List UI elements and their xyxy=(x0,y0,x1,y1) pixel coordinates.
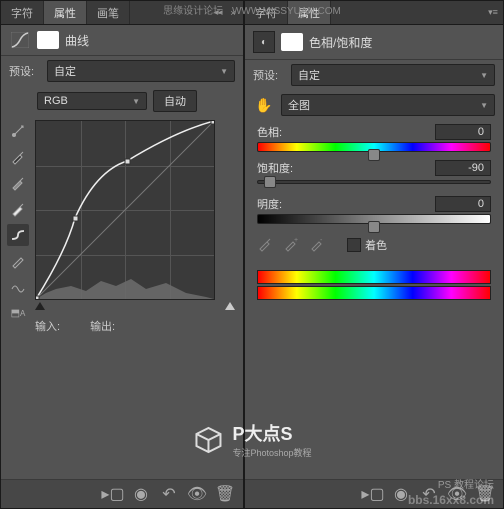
chevron-down-icon: ▼ xyxy=(132,97,140,106)
sat-label: 饱和度: xyxy=(257,160,293,176)
mask-icon-r[interactable] xyxy=(281,33,303,51)
hue-range-bottom[interactable] xyxy=(257,286,491,300)
preset-label: 预设: xyxy=(9,63,41,79)
curves-icon xyxy=(9,31,31,49)
eyedropper-icon[interactable] xyxy=(257,236,275,254)
white-point-slider[interactable] xyxy=(225,302,235,310)
watermark-logo: P大点S 专注Photoshop教程 xyxy=(192,420,311,459)
preset-value-r: 自定 xyxy=(298,67,320,83)
curve-point-tool-icon[interactable] xyxy=(7,224,29,246)
clip-icon[interactable]: ⬒A xyxy=(7,302,29,324)
hsl-icon: ◐ xyxy=(253,31,275,53)
light-label: 明度: xyxy=(257,196,282,212)
curve-graph[interactable] xyxy=(35,120,215,300)
svg-text:+: + xyxy=(294,237,298,244)
chevron-down-icon: ▼ xyxy=(480,101,488,110)
hue-range-top[interactable] xyxy=(257,270,491,284)
logo-icon xyxy=(192,424,224,456)
pencil-tool-icon[interactable] xyxy=(7,250,29,272)
reset-icon[interactable]: ↶ xyxy=(159,484,179,504)
light-value[interactable]: 0 xyxy=(435,196,491,212)
visibility-icon[interactable]: 👁 xyxy=(187,484,207,504)
range-select[interactable]: 全图 ▼ xyxy=(281,94,495,116)
light-thumb[interactable] xyxy=(368,221,380,233)
watermark-bb: bbs.16xx8.com xyxy=(408,493,494,507)
hue-label: 色相: xyxy=(257,124,282,140)
logo-sub: 专注Photoshop教程 xyxy=(232,446,311,459)
mask-icon[interactable] xyxy=(37,31,59,49)
eyedropper-minus-icon[interactable]: - xyxy=(309,236,327,254)
watermark-top-cn: 思缘设计论坛 xyxy=(163,6,223,17)
curves-title: 曲线 xyxy=(65,32,89,49)
preset-select-r[interactable]: 自定 ▼ xyxy=(291,64,495,86)
view-previous-icon[interactable]: ◉ xyxy=(131,484,151,504)
svg-text:-: - xyxy=(320,237,323,244)
hue-thumb[interactable] xyxy=(368,149,380,161)
input-label: 输入: xyxy=(35,318,60,334)
sat-thumb[interactable] xyxy=(264,176,276,188)
colorize-checkbox[interactable] xyxy=(347,238,361,252)
sat-slider[interactable] xyxy=(257,180,491,184)
channel-select[interactable]: RGB ▼ xyxy=(37,92,147,110)
preset-label-r: 预设: xyxy=(253,67,285,83)
clip-layer-icon-r[interactable]: ▸▢ xyxy=(363,484,383,504)
tab-brush[interactable]: 画笔 xyxy=(87,1,130,24)
black-point-slider[interactable] xyxy=(35,302,45,310)
tab-character[interactable]: 字符 xyxy=(1,1,44,24)
auto-button[interactable]: 自动 xyxy=(153,90,197,112)
logo-title: P大点S xyxy=(232,420,311,446)
colorize-label: 着色 xyxy=(365,237,387,253)
eyedropper-plus-icon[interactable]: + xyxy=(283,236,301,254)
tab-properties[interactable]: 属性 xyxy=(44,1,87,24)
eyedropper-black-icon[interactable] xyxy=(7,146,29,168)
watermark-br: PS 教程论坛 xyxy=(438,476,494,491)
smooth-icon[interactable] xyxy=(7,276,29,298)
range-value: 全图 xyxy=(288,97,310,113)
menu-icon[interactable]: ▾≡ xyxy=(487,7,499,19)
trash-icon[interactable]: 🗑 xyxy=(215,484,235,504)
output-label: 输出: xyxy=(90,318,115,334)
hue-slider[interactable] xyxy=(257,142,491,152)
eyedropper-white-icon[interactable] xyxy=(7,198,29,220)
hue-value[interactable]: 0 xyxy=(435,124,491,140)
clip-layer-icon[interactable]: ▸▢ xyxy=(103,484,123,504)
target-adjust-hand-icon[interactable]: ✋ xyxy=(253,96,275,114)
chevron-down-icon: ▼ xyxy=(480,71,488,80)
channel-value: RGB xyxy=(44,95,68,107)
light-slider[interactable] xyxy=(257,214,491,224)
chevron-down-icon: ▼ xyxy=(220,67,228,76)
watermark-top-url: WWW.MISSYUAN.COM xyxy=(232,6,341,17)
preset-value: 自定 xyxy=(54,63,76,79)
hsl-title: 色相/饱和度 xyxy=(309,34,372,51)
target-adjust-icon[interactable] xyxy=(7,120,29,142)
sat-value[interactable]: -90 xyxy=(435,160,491,176)
eyedropper-gray-icon[interactable] xyxy=(7,172,29,194)
curves-tools: ⬒A xyxy=(5,116,31,338)
preset-select[interactable]: 自定 ▼ xyxy=(47,60,235,82)
